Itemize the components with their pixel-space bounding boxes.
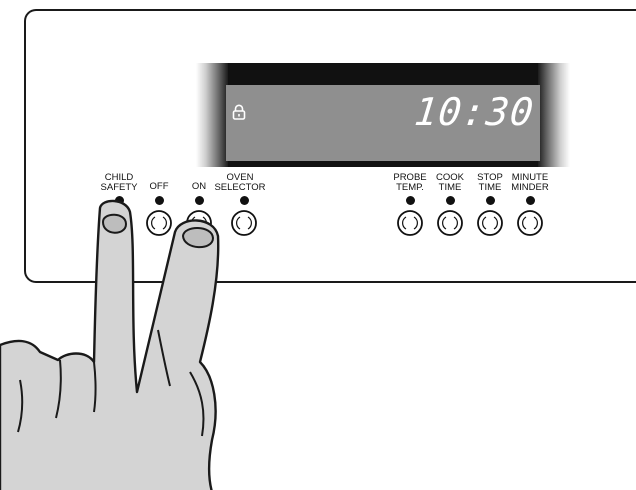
hand-shape: [0, 199, 220, 490]
finger-nail-left: [101, 213, 128, 234]
oven-control-illustration: 10:30 CHILD SAFETY OFF ON OVEN SELECTOR …: [0, 0, 636, 490]
finger-nail-right: [181, 227, 215, 249]
hand-illustration: [0, 199, 220, 490]
